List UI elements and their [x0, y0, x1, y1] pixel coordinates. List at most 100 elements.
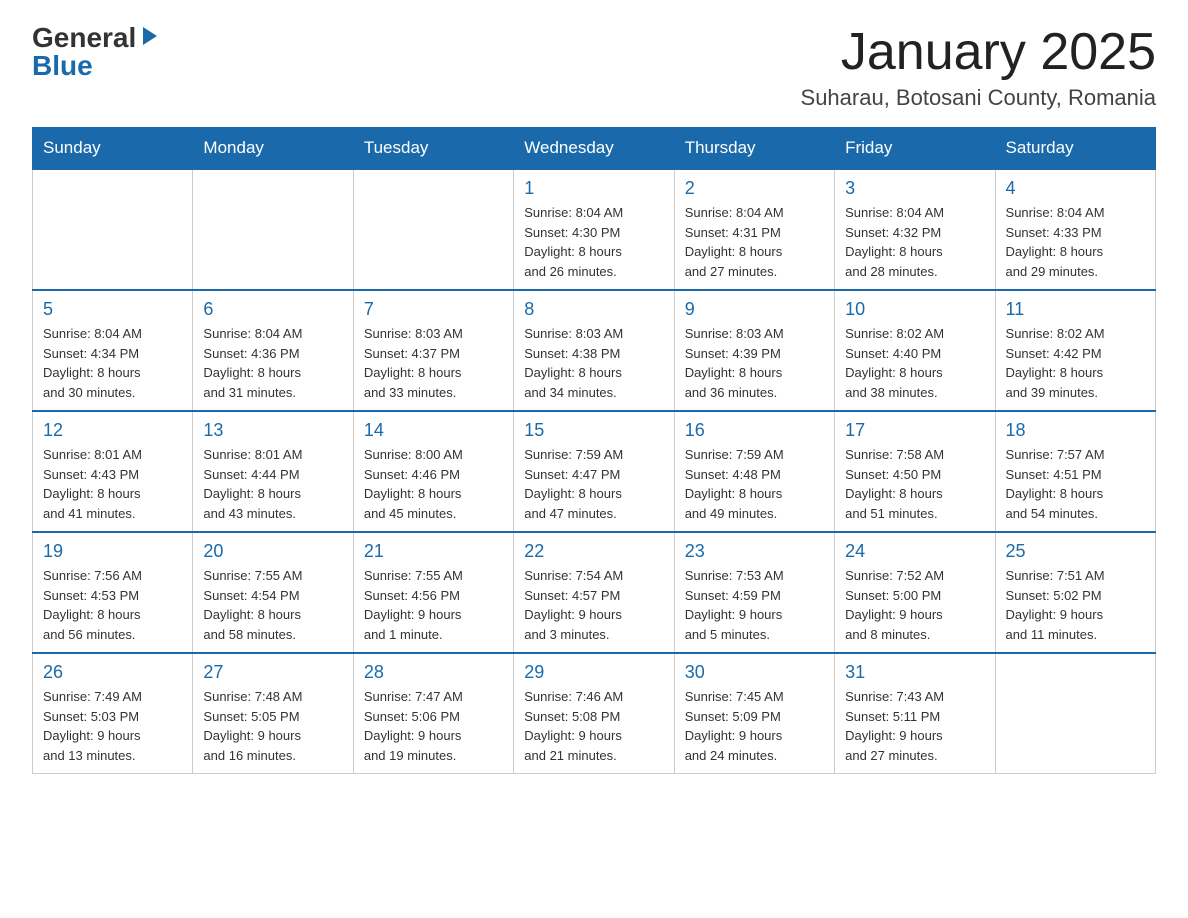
day-of-week-header: Tuesday	[353, 128, 513, 170]
day-number: 23	[685, 541, 824, 562]
day-info: Sunrise: 7:51 AM Sunset: 5:02 PM Dayligh…	[1006, 566, 1145, 644]
day-number: 1	[524, 178, 663, 199]
calendar-day-cell: 9 Sunrise: 8:03 AM Sunset: 4:39 PM Daylig…	[674, 290, 834, 411]
day-number: 11	[1006, 299, 1145, 320]
day-info: Sunrise: 8:00 AM Sunset: 4:46 PM Dayligh…	[364, 445, 503, 523]
day-number: 4	[1006, 178, 1145, 199]
day-info: Sunrise: 8:03 AM Sunset: 4:38 PM Dayligh…	[524, 324, 663, 402]
day-number: 14	[364, 420, 503, 441]
day-info: Sunrise: 7:58 AM Sunset: 4:50 PM Dayligh…	[845, 445, 984, 523]
day-of-week-header: Sunday	[33, 128, 193, 170]
day-info: Sunrise: 7:55 AM Sunset: 4:56 PM Dayligh…	[364, 566, 503, 644]
day-number: 30	[685, 662, 824, 683]
day-of-week-header: Wednesday	[514, 128, 674, 170]
calendar-day-cell: 3 Sunrise: 8:04 AM Sunset: 4:32 PM Daylig…	[835, 169, 995, 290]
day-number: 28	[364, 662, 503, 683]
calendar-day-cell: 10Sunrise: 8:02 AM Sunset: 4:40 PM Dayli…	[835, 290, 995, 411]
day-info: Sunrise: 8:02 AM Sunset: 4:42 PM Dayligh…	[1006, 324, 1145, 402]
day-number: 12	[43, 420, 182, 441]
logo-general-text: General	[32, 24, 136, 52]
calendar-day-cell: 15Sunrise: 7:59 AM Sunset: 4:47 PM Dayli…	[514, 411, 674, 532]
day-info: Sunrise: 7:43 AM Sunset: 5:11 PM Dayligh…	[845, 687, 984, 765]
calendar-day-cell: 24 Sunrise: 7:52 AM Sunset: 5:00 PM Dayli…	[835, 532, 995, 653]
calendar-day-cell: 30 Sunrise: 7:45 AM Sunset: 5:09 PM Dayli…	[674, 653, 834, 774]
calendar-day-cell: 6 Sunrise: 8:04 AM Sunset: 4:36 PM Daylig…	[193, 290, 353, 411]
calendar-week-row: 19Sunrise: 7:56 AM Sunset: 4:53 PM Dayli…	[33, 532, 1156, 653]
day-number: 17	[845, 420, 984, 441]
calendar-empty-cell	[353, 169, 513, 290]
day-info: Sunrise: 7:48 AM Sunset: 5:05 PM Dayligh…	[203, 687, 342, 765]
day-number: 10	[845, 299, 984, 320]
title-block: January 2025 Suharau, Botosani County, R…	[801, 24, 1156, 111]
calendar-week-row: 12 Sunrise: 8:01 AM Sunset: 4:43 PM Dayli…	[33, 411, 1156, 532]
calendar-day-cell: 20 Sunrise: 7:55 AM Sunset: 4:54 PM Dayli…	[193, 532, 353, 653]
day-info: Sunrise: 7:55 AM Sunset: 4:54 PM Dayligh…	[203, 566, 342, 644]
calendar-day-cell: 7Sunrise: 8:03 AM Sunset: 4:37 PM Daylig…	[353, 290, 513, 411]
day-info: Sunrise: 7:57 AM Sunset: 4:51 PM Dayligh…	[1006, 445, 1145, 523]
logo: General Blue	[32, 24, 161, 80]
day-number: 16	[685, 420, 824, 441]
day-number: 18	[1006, 420, 1145, 441]
day-info: Sunrise: 8:01 AM Sunset: 4:43 PM Dayligh…	[43, 445, 182, 523]
day-info: Sunrise: 7:54 AM Sunset: 4:57 PM Dayligh…	[524, 566, 663, 644]
calendar-day-cell: 13 Sunrise: 8:01 AM Sunset: 4:44 PM Dayli…	[193, 411, 353, 532]
day-info: Sunrise: 8:04 AM Sunset: 4:32 PM Dayligh…	[845, 203, 984, 281]
calendar-day-cell: 18 Sunrise: 7:57 AM Sunset: 4:51 PM Dayli…	[995, 411, 1155, 532]
calendar-empty-cell	[193, 169, 353, 290]
day-info: Sunrise: 8:04 AM Sunset: 4:31 PM Dayligh…	[685, 203, 824, 281]
calendar-day-cell: 22 Sunrise: 7:54 AM Sunset: 4:57 PM Dayli…	[514, 532, 674, 653]
calendar-day-cell: 21Sunrise: 7:55 AM Sunset: 4:56 PM Dayli…	[353, 532, 513, 653]
day-of-week-header: Friday	[835, 128, 995, 170]
day-number: 20	[203, 541, 342, 562]
day-number: 6	[203, 299, 342, 320]
day-info: Sunrise: 8:04 AM Sunset: 4:33 PM Dayligh…	[1006, 203, 1145, 281]
calendar-day-cell: 4 Sunrise: 8:04 AM Sunset: 4:33 PM Daylig…	[995, 169, 1155, 290]
day-of-week-header: Saturday	[995, 128, 1155, 170]
day-number: 26	[43, 662, 182, 683]
day-number: 8	[524, 299, 663, 320]
day-info: Sunrise: 8:04 AM Sunset: 4:34 PM Dayligh…	[43, 324, 182, 402]
calendar-header-row: SundayMondayTuesdayWednesdayThursdayFrid…	[33, 128, 1156, 170]
logo-blue-text: Blue	[32, 52, 93, 80]
day-number: 24	[845, 541, 984, 562]
calendar-day-cell: 26 Sunrise: 7:49 AM Sunset: 5:03 PM Dayli…	[33, 653, 193, 774]
day-number: 3	[845, 178, 984, 199]
day-info: Sunrise: 7:49 AM Sunset: 5:03 PM Dayligh…	[43, 687, 182, 765]
calendar-day-cell: 28Sunrise: 7:47 AM Sunset: 5:06 PM Dayli…	[353, 653, 513, 774]
day-info: Sunrise: 8:03 AM Sunset: 4:37 PM Dayligh…	[364, 324, 503, 402]
day-of-week-header: Monday	[193, 128, 353, 170]
calendar-week-row: 1 Sunrise: 8:04 AM Sunset: 4:30 PM Daylig…	[33, 169, 1156, 290]
calendar-week-row: 26 Sunrise: 7:49 AM Sunset: 5:03 PM Dayli…	[33, 653, 1156, 774]
day-number: 9	[685, 299, 824, 320]
day-info: Sunrise: 8:03 AM Sunset: 4:39 PM Dayligh…	[685, 324, 824, 402]
day-number: 2	[685, 178, 824, 199]
day-info: Sunrise: 8:04 AM Sunset: 4:36 PM Dayligh…	[203, 324, 342, 402]
calendar-day-cell: 29Sunrise: 7:46 AM Sunset: 5:08 PM Dayli…	[514, 653, 674, 774]
day-number: 22	[524, 541, 663, 562]
day-info: Sunrise: 8:04 AM Sunset: 4:30 PM Dayligh…	[524, 203, 663, 281]
page-header: General Blue January 2025 Suharau, Botos…	[32, 24, 1156, 111]
day-number: 13	[203, 420, 342, 441]
calendar-day-cell: 23 Sunrise: 7:53 AM Sunset: 4:59 PM Dayli…	[674, 532, 834, 653]
day-number: 25	[1006, 541, 1145, 562]
calendar-subtitle: Suharau, Botosani County, Romania	[801, 85, 1156, 111]
calendar-empty-cell	[995, 653, 1155, 774]
calendar-day-cell: 25 Sunrise: 7:51 AM Sunset: 5:02 PM Dayli…	[995, 532, 1155, 653]
day-of-week-header: Thursday	[674, 128, 834, 170]
calendar-day-cell: 27Sunrise: 7:48 AM Sunset: 5:05 PM Dayli…	[193, 653, 353, 774]
day-info: Sunrise: 7:53 AM Sunset: 4:59 PM Dayligh…	[685, 566, 824, 644]
calendar-day-cell: 1 Sunrise: 8:04 AM Sunset: 4:30 PM Daylig…	[514, 169, 674, 290]
day-info: Sunrise: 7:52 AM Sunset: 5:00 PM Dayligh…	[845, 566, 984, 644]
calendar-day-cell: 14 Sunrise: 8:00 AM Sunset: 4:46 PM Dayli…	[353, 411, 513, 532]
calendar-day-cell: 16 Sunrise: 7:59 AM Sunset: 4:48 PM Dayli…	[674, 411, 834, 532]
day-info: Sunrise: 7:59 AM Sunset: 4:48 PM Dayligh…	[685, 445, 824, 523]
day-info: Sunrise: 7:56 AM Sunset: 4:53 PM Dayligh…	[43, 566, 182, 644]
calendar-table: SundayMondayTuesdayWednesdayThursdayFrid…	[32, 127, 1156, 774]
calendar-day-cell: 19Sunrise: 7:56 AM Sunset: 4:53 PM Dayli…	[33, 532, 193, 653]
day-number: 31	[845, 662, 984, 683]
day-info: Sunrise: 7:45 AM Sunset: 5:09 PM Dayligh…	[685, 687, 824, 765]
day-info: Sunrise: 7:59 AM Sunset: 4:47 PM Dayligh…	[524, 445, 663, 523]
day-info: Sunrise: 8:01 AM Sunset: 4:44 PM Dayligh…	[203, 445, 342, 523]
calendar-title: January 2025	[801, 24, 1156, 81]
calendar-day-cell: 17 Sunrise: 7:58 AM Sunset: 4:50 PM Dayli…	[835, 411, 995, 532]
